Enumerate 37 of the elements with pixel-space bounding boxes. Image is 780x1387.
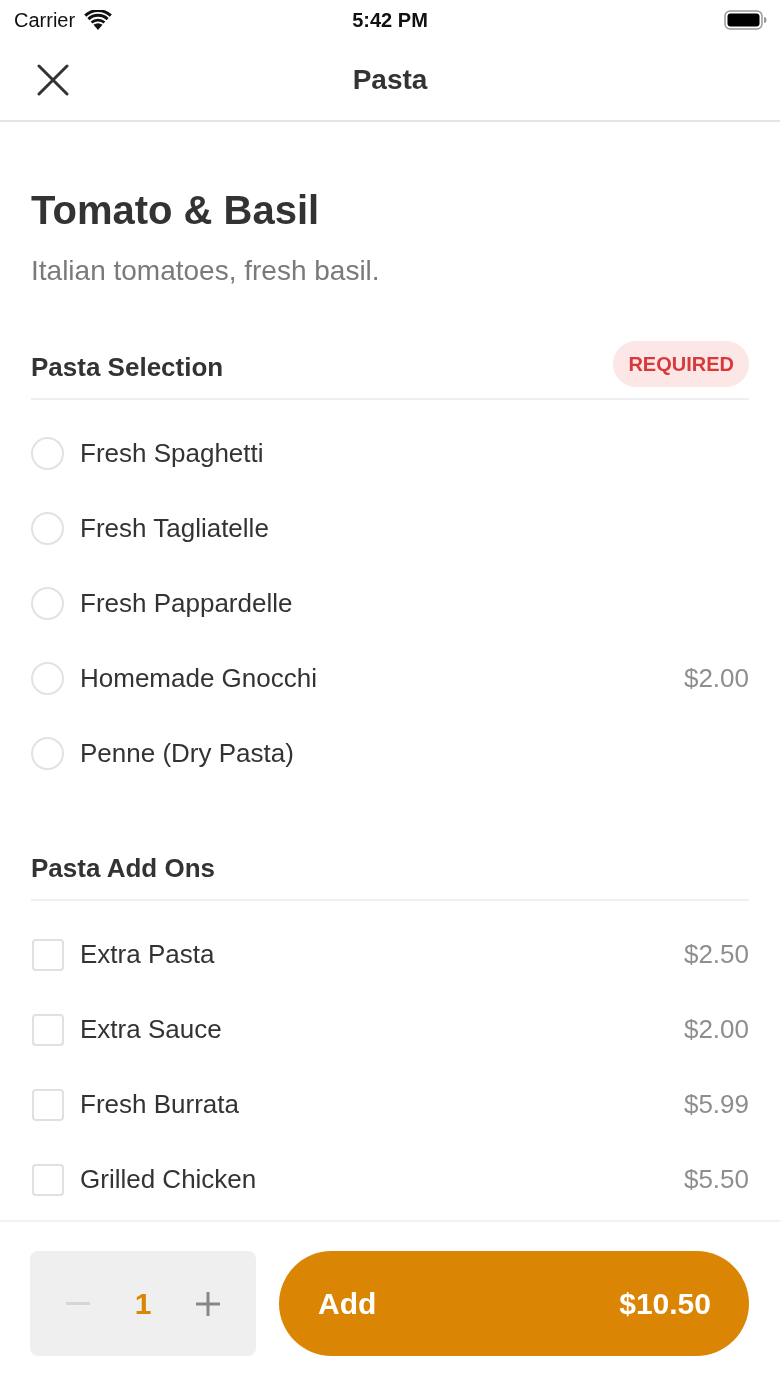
option-label: Grilled Chicken: [80, 1164, 257, 1195]
page-title: Pasta: [352, 64, 428, 96]
dish-name: Tomato & Basil: [31, 187, 320, 234]
radio-button[interactable]: [31, 512, 64, 545]
carrier-label: Carrier: [14, 8, 76, 32]
option-price: $2.50: [683, 939, 749, 970]
radio-button[interactable]: [31, 437, 64, 470]
option-label: Fresh Pappardelle: [80, 588, 293, 619]
option-label: Fresh Burrata: [80, 1089, 239, 1120]
option-label: Homemade Gnocchi: [80, 663, 317, 694]
option-price: $5.99: [683, 1089, 749, 1120]
add-to-order-button[interactable]: Add $10.50: [279, 1251, 749, 1356]
plus-icon: [196, 1291, 220, 1316]
quantity-value: 1: [134, 1286, 152, 1321]
close-icon: [37, 64, 69, 96]
checkbox[interactable]: [32, 938, 64, 971]
option-label: Penne (Dry Pasta): [80, 738, 294, 769]
section-title: Pasta Add Ons: [31, 852, 215, 884]
dish-description: Italian tomatoes, fresh basil.: [31, 254, 380, 288]
option-price: $5.50: [683, 1164, 749, 1195]
section-title: Pasta Selection: [31, 351, 224, 383]
wifi-icon: [84, 10, 113, 30]
option-label: Fresh Spaghetti: [80, 438, 264, 469]
radio-button[interactable]: [31, 737, 64, 770]
checkbox[interactable]: [32, 1013, 64, 1046]
option-label: Extra Pasta: [80, 939, 215, 970]
option-price: $2.00: [683, 1014, 749, 1045]
clock-time: 5:42 PM: [352, 8, 428, 31]
checkbox[interactable]: [32, 1088, 64, 1121]
option-label: Extra Sauce: [80, 1014, 222, 1045]
battery-icon: [724, 10, 767, 30]
required-badge: REQUIRED: [613, 341, 749, 387]
radio-button[interactable]: [31, 662, 64, 695]
checkbox[interactable]: [32, 1163, 64, 1196]
radio-button[interactable]: [31, 587, 64, 620]
option-label: Fresh Tagliatelle: [80, 513, 269, 544]
option-price: $2.00: [683, 663, 749, 694]
